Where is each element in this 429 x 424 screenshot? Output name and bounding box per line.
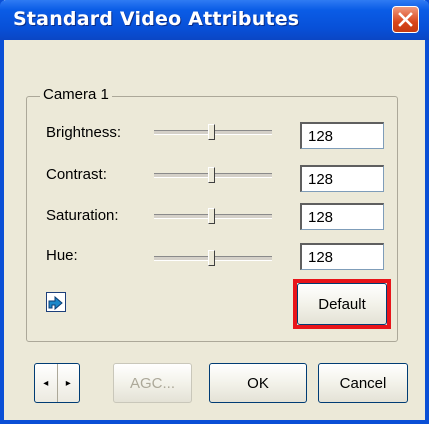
slider-thumb[interactable] (208, 124, 215, 140)
contrast-value-field[interactable]: 128 (300, 165, 384, 192)
highlight-box (293, 279, 391, 329)
slider-thumb[interactable] (208, 250, 215, 266)
close-icon (398, 12, 413, 27)
agc-button[interactable]: AGC... (113, 363, 192, 403)
hue-label: Hue: (46, 247, 78, 264)
saturation-label: Saturation: (46, 207, 119, 224)
nav-buttons: ◂ ▸ (34, 363, 80, 403)
hue-slider[interactable] (154, 250, 272, 266)
group-label: Camera 1 (40, 86, 112, 103)
slider-thumb[interactable] (208, 208, 215, 224)
brightness-label: Brightness: (46, 124, 122, 141)
camera-properties-icon[interactable] (46, 292, 66, 312)
hue-value-field[interactable]: 128 (300, 243, 384, 270)
next-arrow-icon[interactable]: ▸ (56, 364, 80, 402)
saturation-value-field[interactable]: 128 (300, 203, 384, 230)
window-title: Standard Video Attributes (13, 8, 300, 30)
saturation-slider[interactable] (154, 208, 272, 224)
brightness-value-field[interactable]: 128 (300, 122, 384, 149)
contrast-label: Contrast: (46, 166, 107, 183)
cancel-button[interactable]: Cancel (318, 363, 408, 403)
close-button[interactable] (392, 6, 419, 33)
ok-button[interactable]: OK (209, 363, 307, 403)
title-bar[interactable]: Standard Video Attributes (0, 0, 429, 40)
prev-arrow-icon[interactable]: ◂ (35, 364, 57, 402)
slider-thumb[interactable] (208, 167, 215, 183)
contrast-slider[interactable] (154, 167, 272, 183)
brightness-slider[interactable] (154, 124, 272, 140)
